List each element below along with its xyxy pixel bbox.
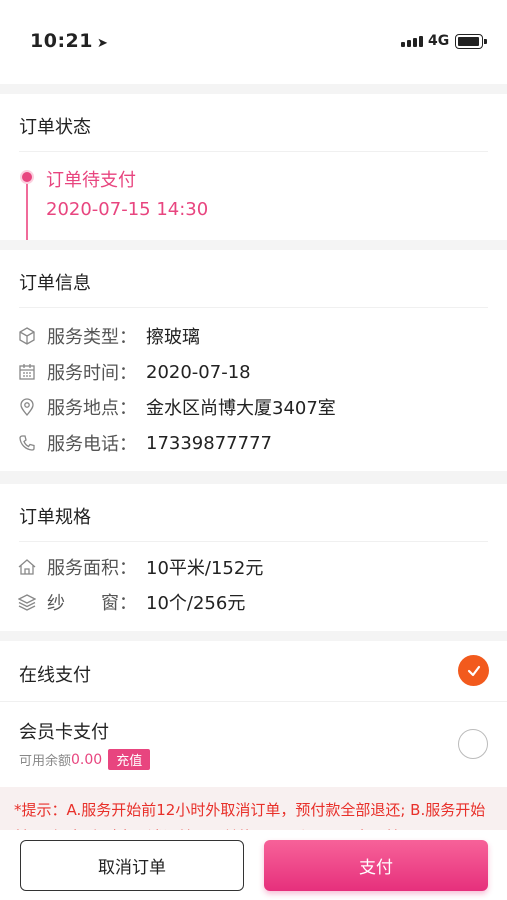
balance-info: 可用余额 0.00 充值	[19, 749, 151, 770]
member-card-pay-radio[interactable]	[458, 729, 488, 759]
divider	[19, 541, 488, 542]
service-phone-row: 服务电话： 17339877777	[16, 430, 272, 456]
order-status-title: 订单状态	[19, 117, 91, 138]
bottom-action-bar: 取消订单 支付	[0, 830, 507, 900]
divider	[19, 307, 488, 308]
screen-window-value: 10个/256元	[146, 593, 246, 614]
service-address-value: 金水区尚博大厦3407室	[146, 398, 336, 419]
battery-icon	[455, 34, 487, 49]
phone-icon	[16, 432, 38, 454]
service-address-label: 服务地点：	[47, 398, 137, 419]
service-time-row: 服务时间： 2020-07-18	[16, 359, 251, 385]
online-pay-radio[interactable]	[458, 655, 489, 686]
status-time-text: 10:21	[30, 30, 93, 52]
location-arrow-icon: ➤	[96, 36, 109, 51]
service-type-value: 擦玻璃	[146, 327, 200, 348]
service-time-value: 2020-07-18	[146, 361, 251, 383]
service-address-row: 服务地点： 金水区尚博大厦3407室	[16, 394, 336, 420]
order-spec-card: 订单规格 服务面积： 10平米/152元 纱 窗： 10个/256元	[0, 484, 507, 631]
layers-icon	[16, 591, 38, 613]
cube-icon	[16, 325, 38, 347]
service-area-row: 服务面积： 10平米/152元	[16, 554, 263, 580]
online-pay-option[interactable]: 在线支付	[0, 641, 507, 701]
network-type: 4G	[428, 33, 450, 49]
timeline-line	[26, 182, 28, 240]
cancel-order-button[interactable]: 取消订单	[20, 840, 244, 891]
status-time: 10:21 ➤	[30, 30, 108, 52]
recharge-button[interactable]: 充值	[108, 749, 151, 770]
balance-value: 0.00	[71, 751, 103, 768]
screen-window-label: 纱 窗：	[47, 593, 137, 614]
pay-button[interactable]: 支付	[264, 840, 488, 891]
online-pay-label: 在线支付	[19, 665, 91, 686]
service-phone-value[interactable]: 17339877777	[146, 433, 272, 454]
order-state-text: 订单待支付	[46, 170, 136, 191]
member-card-pay-label: 会员卡支付	[19, 722, 109, 743]
service-type-label: 服务类型：	[47, 327, 137, 348]
order-info-card: 订单信息 服务类型： 擦玻璃 服务时间： 2020-07-18 服务地点： 金水…	[0, 250, 507, 471]
balance-label: 可用余额	[19, 754, 72, 769]
order-info-title: 订单信息	[19, 273, 91, 294]
location-pin-icon	[16, 396, 38, 418]
checkmark-icon	[467, 665, 480, 676]
status-bar: 10:21 ➤ 4G	[0, 0, 507, 84]
screen-window-row: 纱 窗： 10个/256元	[16, 589, 245, 615]
order-spec-title: 订单规格	[19, 507, 91, 528]
signal-icon	[401, 36, 423, 47]
member-card-pay-option[interactable]: 会员卡支付 可用余额 0.00 充值	[0, 702, 507, 787]
service-area-label: 服务面积：	[47, 558, 137, 579]
house-icon	[16, 556, 38, 578]
service-type-row: 服务类型： 擦玻璃	[16, 323, 200, 349]
service-phone-label: 服务电话：	[47, 434, 137, 455]
calendar-icon	[16, 361, 38, 383]
service-time-label: 服务时间：	[47, 363, 137, 384]
timeline-dot	[20, 170, 34, 184]
order-status-card: 订单状态 订单待支付 2020-07-15 14:30	[0, 94, 507, 240]
divider	[19, 151, 488, 152]
service-area-value: 10平米/152元	[146, 558, 264, 579]
order-datetime: 2020-07-15 14:30	[46, 199, 209, 220]
